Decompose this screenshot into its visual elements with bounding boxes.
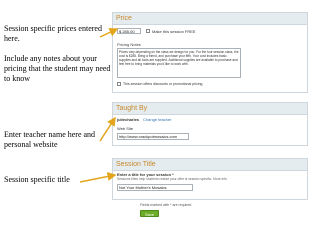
annotation-arrows (79, 28, 119, 183)
teacher-arrow (99, 116, 116, 142)
price-arrow (99, 28, 119, 38)
title-arrow (79, 172, 117, 183)
